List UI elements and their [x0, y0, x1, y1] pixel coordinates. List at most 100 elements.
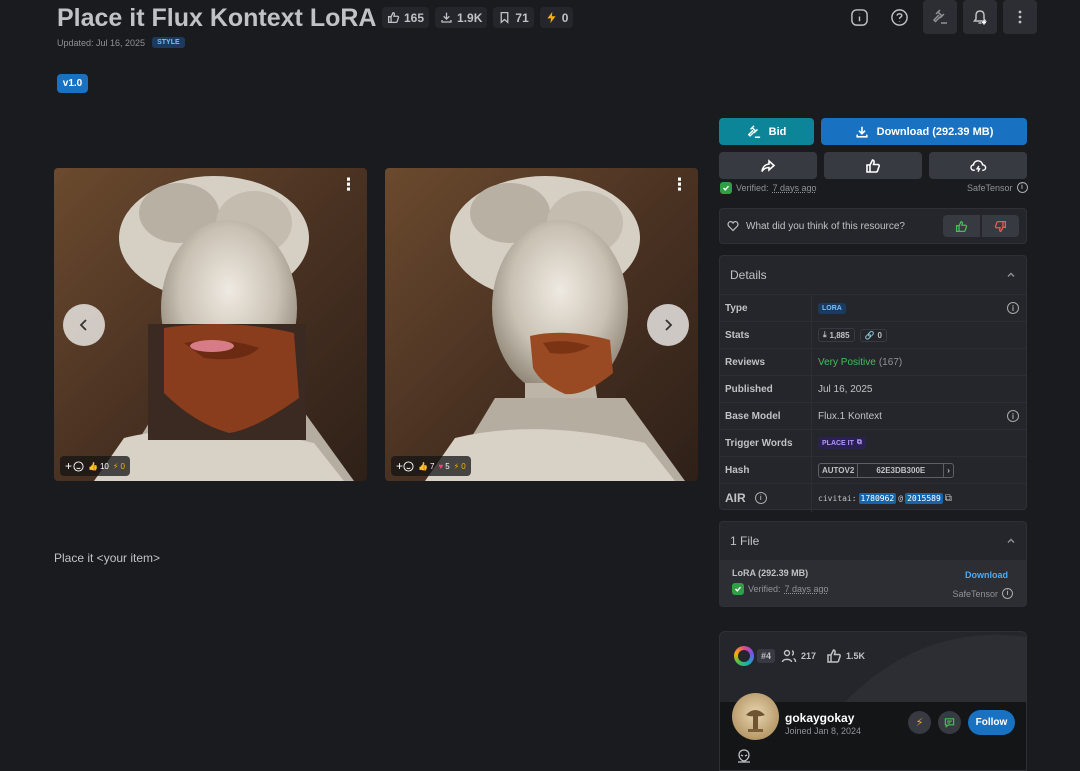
download-icon: ⤓	[823, 330, 827, 339]
dots-vertical-icon	[1018, 10, 1022, 24]
reactions-bar: + 👍 10 ⚡ 0	[60, 456, 130, 476]
verified-date[interactable]: 7 days ago	[785, 584, 829, 594]
air-label-cell: AIR i	[720, 484, 812, 512]
prev-button[interactable]	[63, 304, 105, 346]
more-button[interactable]	[1003, 0, 1037, 34]
bid-icon-button[interactable]	[923, 0, 957, 34]
thumbs-up-button[interactable]	[943, 215, 980, 237]
likes-stat[interactable]: 1.5K	[826, 648, 865, 664]
hash-row: Hash AUTOV2 62E3DB300E ›	[720, 456, 1026, 483]
rank-stat[interactable]: #4	[734, 646, 776, 666]
add-reaction-button[interactable]: +	[396, 459, 414, 473]
info-icon[interactable]: i	[1002, 588, 1013, 599]
notify-button[interactable]	[963, 0, 997, 34]
air-prefix: civitai:	[818, 493, 857, 503]
trigger-words-row: Trigger Words PLACE IT ⧉	[720, 429, 1026, 456]
likes-value: 1.5K	[846, 651, 866, 661]
alien-icon	[736, 748, 752, 767]
air-version-id[interactable]: 2015589	[905, 492, 943, 504]
creator-name[interactable]: gokaygokay	[785, 711, 854, 725]
hash-box[interactable]: AUTOV2 62E3DB300E ›	[818, 462, 954, 478]
buzz-stat[interactable]: 0	[539, 7, 574, 28]
copy-icon[interactable]: ⧉	[857, 439, 862, 447]
buzz-count: 0	[561, 10, 569, 25]
details-header[interactable]: Details	[720, 256, 1026, 294]
files-header[interactable]: 1 File	[720, 522, 1026, 560]
image-menu-button[interactable]: ⋮	[671, 176, 688, 193]
gavel-icon	[932, 9, 947, 24]
downloads-count: 1.9K	[457, 10, 483, 25]
bid-button[interactable]: Bid	[719, 118, 814, 145]
updated-row: Updated: Jul 16, 2025 STYLE	[57, 37, 185, 48]
help-button[interactable]	[882, 0, 916, 34]
link-icon: 🔗	[864, 330, 875, 340]
chevron-right-icon[interactable]: ›	[944, 466, 953, 475]
cloud-bolt-icon	[969, 159, 986, 172]
safetensor-label: SafeTensor	[967, 182, 1013, 193]
collected-stat[interactable]: 71	[493, 7, 534, 28]
heart-reaction[interactable]: ♥ 5	[438, 462, 449, 471]
verified-date[interactable]: 7 days ago	[773, 183, 817, 193]
type-badge[interactable]: LORA	[818, 302, 846, 314]
image-menu-button[interactable]: ⋮	[340, 176, 357, 193]
reactions-bar: + 👍 7 ♥ 5 ⚡ 0	[391, 456, 471, 476]
next-button[interactable]	[647, 304, 689, 346]
like-button[interactable]	[824, 152, 922, 179]
like-reaction[interactable]: 👍 7	[418, 462, 434, 471]
info-icon[interactable]: i	[1016, 182, 1028, 193]
download-icon	[441, 12, 452, 23]
file-safetensor: SafeTensor i	[952, 588, 1013, 599]
version-button[interactable]: v1.0	[57, 74, 88, 93]
file-download-link[interactable]: Download	[965, 570, 1008, 580]
category-badge[interactable]: STYLE	[152, 37, 185, 48]
thumbs-up-icon	[387, 11, 400, 24]
reviews-rating[interactable]: Very Positive	[818, 357, 876, 368]
followers-stat[interactable]: 217	[781, 648, 816, 664]
copy-icon[interactable]: ⧉	[945, 493, 952, 504]
info-icon	[850, 8, 868, 26]
buzz-reaction[interactable]: ⚡ 0	[113, 462, 125, 471]
downloads-pill: ⤓ 1,885	[818, 328, 855, 342]
bolt-icon: ⚡	[453, 461, 460, 471]
tip-buzz-button[interactable]: ⚡	[908, 711, 931, 734]
bolt-icon	[547, 11, 556, 24]
thumbs-up-emoji-icon: 👍	[88, 461, 98, 471]
air-model-id[interactable]: 1780962	[858, 492, 897, 504]
message-button[interactable]	[938, 711, 961, 734]
likes-stat[interactable]: 165	[382, 7, 430, 28]
question-icon	[890, 8, 908, 26]
share-button[interactable]	[719, 152, 817, 179]
hash-label: Hash	[720, 457, 812, 483]
type-label: Type	[720, 295, 812, 321]
gallery-image-right[interactable]: ⋮ + 👍 7 ♥ 5 ⚡ 0	[385, 168, 698, 481]
collected-count: 71	[515, 10, 529, 25]
like-reaction[interactable]: 👍 10	[88, 462, 109, 471]
info-button[interactable]	[842, 0, 876, 34]
trigger-words-label: Trigger Words	[720, 430, 812, 456]
info-icon[interactable]: i	[754, 492, 767, 504]
generate-button[interactable]	[929, 152, 1027, 179]
header-stats: 165 1.9K 71 0	[382, 7, 574, 28]
info-icon[interactable]: i	[1007, 410, 1019, 422]
trigger-word-badge[interactable]: PLACE IT ⧉	[818, 437, 866, 449]
creator-card: #4 217 1.5K gokaygokay Joined Jan 8, 202…	[719, 631, 1027, 771]
downloads-stat[interactable]: 1.9K	[435, 7, 488, 28]
gallery-image-left[interactable]: ⋮ + 👍 10 ⚡ 0	[54, 168, 367, 481]
info-icon[interactable]: i	[1007, 302, 1019, 314]
download-button[interactable]: Download (292.39 MB)	[821, 118, 1027, 145]
rank-badge-icon	[734, 646, 754, 666]
base-model-label: Base Model	[720, 403, 812, 429]
avatar[interactable]	[732, 693, 779, 740]
thumbs-up-emoji-icon: 👍	[418, 461, 428, 471]
add-reaction-button[interactable]: +	[65, 459, 84, 473]
thumbs-down-button[interactable]	[982, 215, 1019, 237]
users-icon	[781, 649, 797, 663]
follow-button[interactable]: Follow	[968, 710, 1015, 735]
chevron-up-icon	[1007, 538, 1015, 543]
avatar-image	[746, 710, 765, 732]
rank-value: #4	[757, 649, 776, 663]
stats-label: Stats	[720, 322, 812, 348]
buzz-reaction[interactable]: ⚡ 0	[454, 462, 466, 471]
top-actions	[842, 0, 1037, 34]
safetensor-label: SafeTensor	[952, 588, 998, 599]
